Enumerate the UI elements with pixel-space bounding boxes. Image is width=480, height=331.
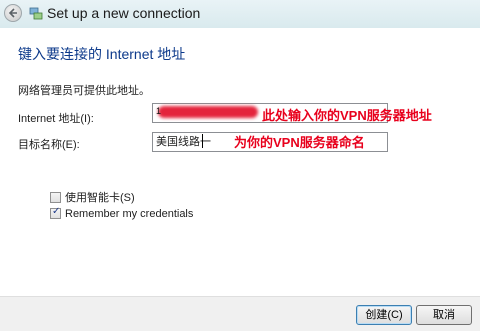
remember-credentials-label: Remember my credentials — [65, 208, 194, 220]
destination-name-label: 目标名称(E): — [18, 139, 80, 151]
redacted-address-mark — [158, 106, 258, 118]
internet-address-label: Internet 地址(I): — [18, 113, 94, 125]
internet-address-value: 1 — [156, 106, 162, 116]
name-annotation: 为你的VPN服务器命名 — [234, 135, 365, 150]
remember-credentials-option[interactable]: Remember my credentials — [50, 206, 194, 220]
network-connection-icon — [29, 7, 43, 20]
smart-card-checkbox[interactable] — [50, 192, 61, 203]
window-title: Set up a new connection — [47, 5, 201, 21]
remember-credentials-checkbox[interactable] — [50, 206, 61, 219]
smart-card-label: 使用智能卡(S) — [65, 192, 135, 204]
cancel-button[interactable]: 取消 — [416, 305, 472, 325]
create-button[interactable]: 创建(C) — [356, 305, 412, 325]
smart-card-option[interactable]: 使用智能卡(S) — [50, 189, 135, 205]
text-caret — [202, 134, 203, 148]
back-arrow-icon — [8, 8, 17, 18]
back-button[interactable] — [4, 4, 22, 22]
title-bar: Set up a new connection — [0, 0, 480, 28]
page-heading: 键入要连接的 Internet 地址 — [18, 46, 186, 62]
address-annotation: 此处输入你的VPN服务器地址 — [262, 108, 432, 123]
description-text: 网络管理员可提供此地址。 — [18, 85, 150, 97]
